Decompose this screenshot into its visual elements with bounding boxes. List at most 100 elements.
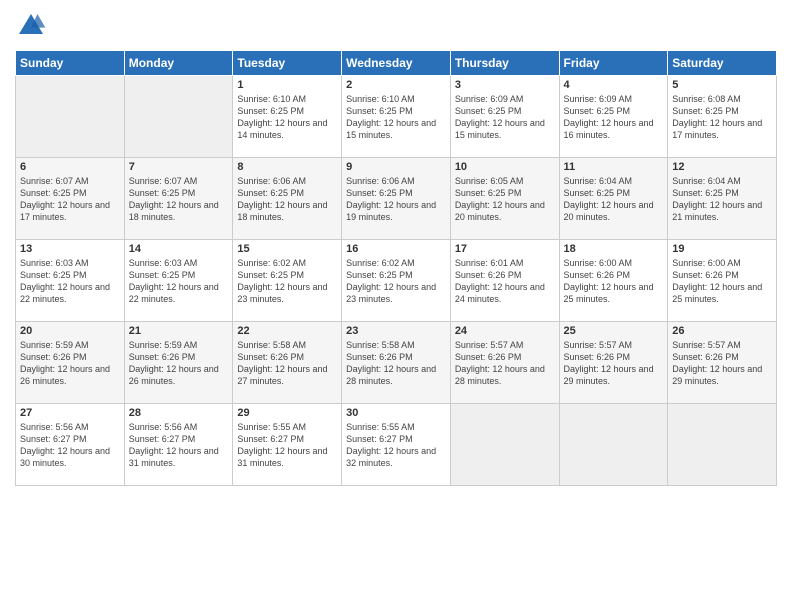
calendar-week-2: 6 Sunrise: 6:07 AM Sunset: 6:25 PM Daylig… <box>16 158 777 240</box>
calendar-body: 1 Sunrise: 6:10 AM Sunset: 6:25 PM Daylig… <box>16 76 777 486</box>
day-number: 11 <box>564 161 664 173</box>
calendar-cell <box>668 404 777 486</box>
day-info: Sunrise: 5:58 AM Sunset: 6:26 PM Dayligh… <box>346 339 446 388</box>
calendar-cell: 19 Sunrise: 6:00 AM Sunset: 6:26 PM Dayli… <box>668 240 777 322</box>
calendar-cell: 20 Sunrise: 5:59 AM Sunset: 6:26 PM Dayli… <box>16 322 125 404</box>
day-number: 13 <box>20 243 120 255</box>
day-info: Sunrise: 6:06 AM Sunset: 6:25 PM Dayligh… <box>346 175 446 224</box>
calendar-cell <box>124 76 233 158</box>
day-info: Sunrise: 6:03 AM Sunset: 6:25 PM Dayligh… <box>129 257 229 306</box>
day-info: Sunrise: 6:10 AM Sunset: 6:25 PM Dayligh… <box>237 93 337 142</box>
day-info: Sunrise: 6:08 AM Sunset: 6:25 PM Dayligh… <box>672 93 772 142</box>
day-info: Sunrise: 5:56 AM Sunset: 6:27 PM Dayligh… <box>129 421 229 470</box>
calendar-cell: 24Sunrise: 5:57 AM Sunset: 6:26 PM Dayli… <box>450 322 559 404</box>
day-number: 4 <box>564 79 664 91</box>
logo-icon <box>15 10 47 42</box>
calendar-cell <box>450 404 559 486</box>
day-number: 28 <box>129 407 229 419</box>
calendar-cell: 16 Sunrise: 6:02 AM Sunset: 6:25 PM Dayli… <box>342 240 451 322</box>
day-info: Sunrise: 5:57 AM Sunset: 6:26 PM Dayligh… <box>455 339 555 388</box>
day-info: Sunrise: 6:04 AM Sunset: 6:25 PM Dayligh… <box>564 175 664 224</box>
day-number: 9 <box>346 161 446 173</box>
day-info: Sunrise: 5:55 AM Sunset: 6:27 PM Dayligh… <box>237 421 337 470</box>
day-number: 19 <box>672 243 772 255</box>
day-info: Sunrise: 6:07 AM Sunset: 6:25 PM Dayligh… <box>129 175 229 224</box>
day-info: Sunrise: 6:09 AM Sunset: 6:25 PM Dayligh… <box>564 93 664 142</box>
calendar-cell: 14Sunrise: 6:03 AM Sunset: 6:25 PM Dayli… <box>124 240 233 322</box>
day-info: Sunrise: 6:00 AM Sunset: 6:26 PM Dayligh… <box>672 257 772 306</box>
day-number: 5 <box>672 79 772 91</box>
calendar-cell: 25Sunrise: 5:57 AM Sunset: 6:26 PM Dayli… <box>559 322 668 404</box>
day-number: 7 <box>129 161 229 173</box>
day-number: 8 <box>237 161 337 173</box>
calendar-cell: 18 Sunrise: 6:00 AM Sunset: 6:26 PM Dayli… <box>559 240 668 322</box>
calendar-table: SundayMondayTuesdayWednesdayThursdayFrid… <box>15 50 777 486</box>
day-info: Sunrise: 5:59 AM Sunset: 6:26 PM Dayligh… <box>20 339 120 388</box>
day-number: 20 <box>20 325 120 337</box>
calendar-cell: 10Sunrise: 6:05 AM Sunset: 6:25 PM Dayli… <box>450 158 559 240</box>
day-number: 23 <box>346 325 446 337</box>
day-info: Sunrise: 6:00 AM Sunset: 6:26 PM Dayligh… <box>564 257 664 306</box>
calendar-cell: 17 Sunrise: 6:01 AM Sunset: 6:26 PM Dayli… <box>450 240 559 322</box>
day-number: 26 <box>672 325 772 337</box>
day-number: 30 <box>346 407 446 419</box>
calendar-cell: 11 Sunrise: 6:04 AM Sunset: 6:25 PM Dayli… <box>559 158 668 240</box>
calendar-cell: 15Sunrise: 6:02 AM Sunset: 6:25 PM Dayli… <box>233 240 342 322</box>
logo <box>15 10 51 42</box>
calendar-cell: 8Sunrise: 6:06 AM Sunset: 6:25 PM Daylig… <box>233 158 342 240</box>
calendar-header: SundayMondayTuesdayWednesdayThursdayFrid… <box>16 51 777 76</box>
calendar-cell: 29 Sunrise: 5:55 AM Sunset: 6:27 PM Dayli… <box>233 404 342 486</box>
day-info: Sunrise: 6:07 AM Sunset: 6:25 PM Dayligh… <box>20 175 120 224</box>
day-number: 18 <box>564 243 664 255</box>
calendar-cell: 7 Sunrise: 6:07 AM Sunset: 6:25 PM Daylig… <box>124 158 233 240</box>
calendar-cell: 26 Sunrise: 5:57 AM Sunset: 6:26 PM Dayli… <box>668 322 777 404</box>
day-info: Sunrise: 6:10 AM Sunset: 6:25 PM Dayligh… <box>346 93 446 142</box>
day-info: Sunrise: 6:02 AM Sunset: 6:25 PM Dayligh… <box>346 257 446 306</box>
calendar-weekday-monday: Monday <box>124 51 233 76</box>
calendar-week-3: 13 Sunrise: 6:03 AM Sunset: 6:25 PM Dayli… <box>16 240 777 322</box>
calendar-weekday-tuesday: Tuesday <box>233 51 342 76</box>
calendar-cell: 12 Sunrise: 6:04 AM Sunset: 6:25 PM Dayli… <box>668 158 777 240</box>
day-info: Sunrise: 5:57 AM Sunset: 6:26 PM Dayligh… <box>672 339 772 388</box>
day-info: Sunrise: 6:09 AM Sunset: 6:25 PM Dayligh… <box>455 93 555 142</box>
calendar-weekday-wednesday: Wednesday <box>342 51 451 76</box>
day-info: Sunrise: 6:01 AM Sunset: 6:26 PM Dayligh… <box>455 257 555 306</box>
calendar-week-4: 20 Sunrise: 5:59 AM Sunset: 6:26 PM Dayli… <box>16 322 777 404</box>
calendar-cell: 30Sunrise: 5:55 AM Sunset: 6:27 PM Dayli… <box>342 404 451 486</box>
calendar-weekday-thursday: Thursday <box>450 51 559 76</box>
calendar-cell: 9 Sunrise: 6:06 AM Sunset: 6:25 PM Daylig… <box>342 158 451 240</box>
calendar-cell: 2 Sunrise: 6:10 AM Sunset: 6:25 PM Daylig… <box>342 76 451 158</box>
calendar-weekday-sunday: Sunday <box>16 51 125 76</box>
calendar-cell: 13 Sunrise: 6:03 AM Sunset: 6:25 PM Dayli… <box>16 240 125 322</box>
day-number: 21 <box>129 325 229 337</box>
day-number: 10 <box>455 161 555 173</box>
day-number: 27 <box>20 407 120 419</box>
day-info: Sunrise: 5:56 AM Sunset: 6:27 PM Dayligh… <box>20 421 120 470</box>
calendar-weekday-saturday: Saturday <box>668 51 777 76</box>
day-number: 2 <box>346 79 446 91</box>
day-number: 17 <box>455 243 555 255</box>
calendar-cell <box>559 404 668 486</box>
day-number: 1 <box>237 79 337 91</box>
day-number: 12 <box>672 161 772 173</box>
day-number: 25 <box>564 325 664 337</box>
calendar-cell: 23 Sunrise: 5:58 AM Sunset: 6:26 PM Dayli… <box>342 322 451 404</box>
calendar-cell: 5 Sunrise: 6:08 AM Sunset: 6:25 PM Daylig… <box>668 76 777 158</box>
calendar-week-5: 27 Sunrise: 5:56 AM Sunset: 6:27 PM Dayli… <box>16 404 777 486</box>
calendar-cell: 4 Sunrise: 6:09 AM Sunset: 6:25 PM Daylig… <box>559 76 668 158</box>
day-number: 16 <box>346 243 446 255</box>
day-number: 29 <box>237 407 337 419</box>
day-number: 6 <box>20 161 120 173</box>
day-info: Sunrise: 5:58 AM Sunset: 6:26 PM Dayligh… <box>237 339 337 388</box>
calendar-cell: 27 Sunrise: 5:56 AM Sunset: 6:27 PM Dayli… <box>16 404 125 486</box>
day-info: Sunrise: 6:03 AM Sunset: 6:25 PM Dayligh… <box>20 257 120 306</box>
day-number: 3 <box>455 79 555 91</box>
calendar-cell: 28 Sunrise: 5:56 AM Sunset: 6:27 PM Dayli… <box>124 404 233 486</box>
calendar-cell: 3 Sunrise: 6:09 AM Sunset: 6:25 PM Daylig… <box>450 76 559 158</box>
calendar-cell: 22 Sunrise: 5:58 AM Sunset: 6:26 PM Dayli… <box>233 322 342 404</box>
day-info: Sunrise: 6:04 AM Sunset: 6:25 PM Dayligh… <box>672 175 772 224</box>
day-number: 15 <box>237 243 337 255</box>
calendar-cell: 6 Sunrise: 6:07 AM Sunset: 6:25 PM Daylig… <box>16 158 125 240</box>
calendar-cell: 21Sunrise: 5:59 AM Sunset: 6:26 PM Dayli… <box>124 322 233 404</box>
day-number: 22 <box>237 325 337 337</box>
